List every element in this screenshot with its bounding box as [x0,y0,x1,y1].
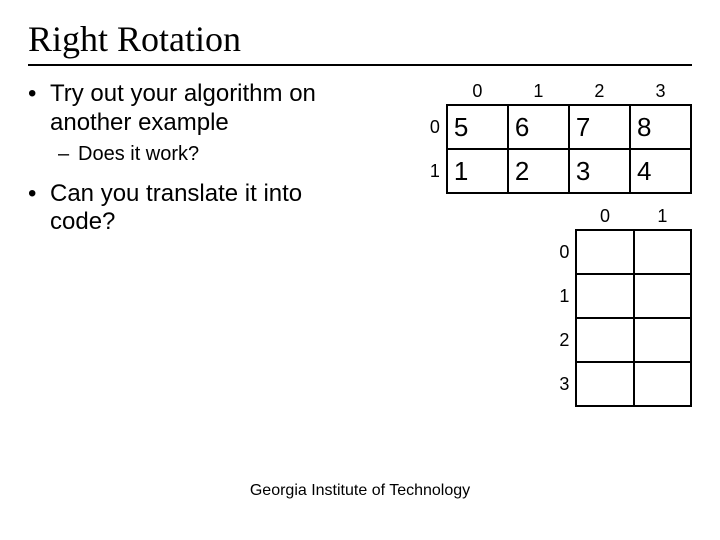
footer-text: Georgia Institute of Technology [0,482,720,500]
row-header: 3 [520,362,576,406]
row-header: 2 [520,318,576,362]
grid-cell: 1 [447,149,508,193]
grid-cell: 3 [569,149,630,193]
col-header: 0 [447,80,508,105]
top-grid-col-headers: 0 1 2 3 [388,80,691,105]
table-row: 2 [520,318,691,362]
grid-cell [576,274,633,318]
grid-cell: 7 [569,105,630,149]
grid-cell [634,230,691,274]
col-header: 2 [569,80,630,105]
bullet-list: Try out your algorithm on another exampl… [28,80,368,241]
col-header: 0 [576,205,633,230]
top-grid: 0 1 2 3 0 5 6 7 8 1 1 2 [388,80,692,194]
grid-cell [576,362,633,406]
grids-area: 0 1 2 3 0 5 6 7 8 1 1 2 [368,80,692,241]
col-header: 1 [634,205,691,230]
table-row: 0 [520,230,691,274]
bullet-2: Can you translate it into code? [28,180,368,238]
grid-cell: 2 [508,149,569,193]
table-row: 3 [520,362,691,406]
grid-cell [634,274,691,318]
table-row: 1 1 2 3 4 [388,149,691,193]
slide: Right Rotation Try out your algorithm on… [0,0,720,540]
slide-title: Right Rotation [28,18,692,66]
bottom-grid: 0 1 0 1 2 [520,205,692,407]
grid-cell [576,230,633,274]
grid-cell: 4 [630,149,691,193]
row-header: 1 [520,274,576,318]
grid-cell: 6 [508,105,569,149]
grid-cell: 8 [630,105,691,149]
grid-cell [634,318,691,362]
bottom-grid-col-headers: 0 1 [520,205,691,230]
content-row: Try out your algorithm on another exampl… [28,80,692,241]
grid-cell [634,362,691,406]
row-header: 0 [520,230,576,274]
col-header: 1 [508,80,569,105]
bullet-1a: Does it work? [28,142,368,166]
col-header: 3 [630,80,691,105]
grid-cell [576,318,633,362]
row-header: 1 [388,149,447,193]
table-row: 0 5 6 7 8 [388,105,691,149]
table-row: 1 [520,274,691,318]
row-header: 0 [388,105,447,149]
grid-cell: 5 [447,105,508,149]
bullet-1: Try out your algorithm on another exampl… [28,80,368,138]
